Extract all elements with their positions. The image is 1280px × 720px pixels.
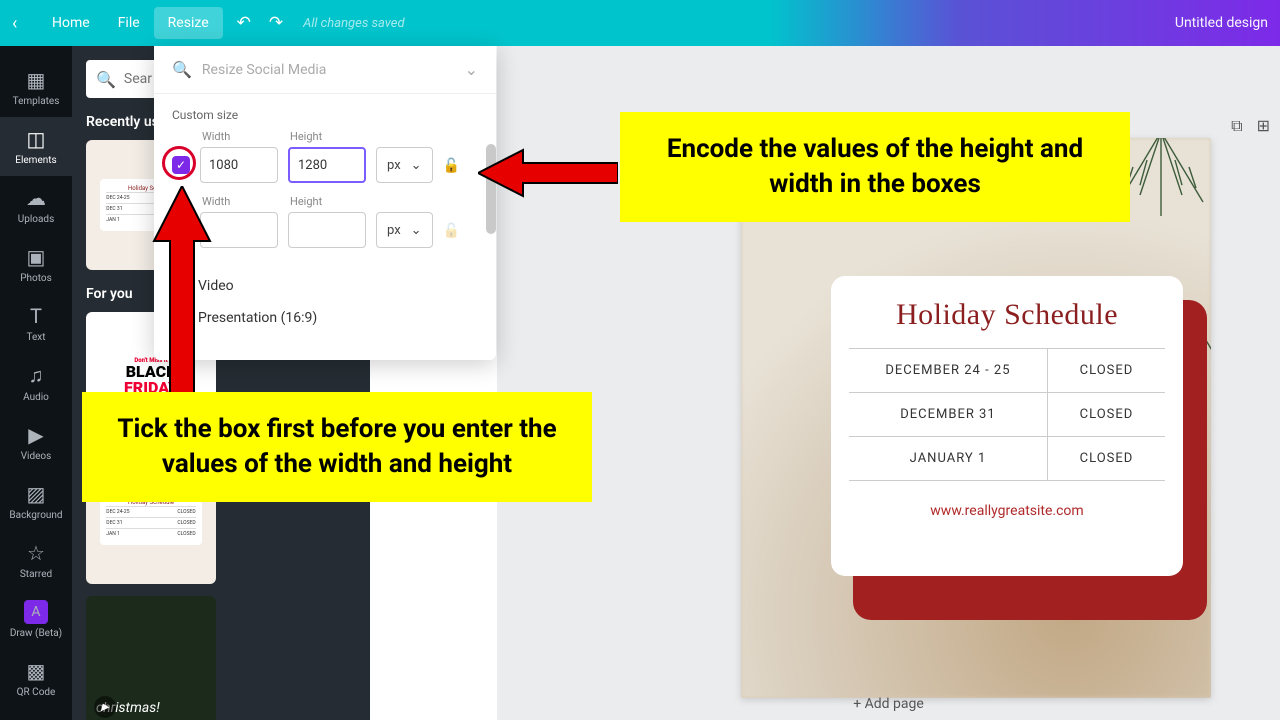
save-status: All changes saved bbox=[303, 16, 404, 31]
annotation-arrow bbox=[152, 186, 212, 396]
uploads-icon: ☁ bbox=[26, 186, 46, 210]
width-label: Width bbox=[202, 130, 278, 143]
top-bar: ‹ Home File Resize ↶ ↷ All changes saved… bbox=[0, 0, 1280, 46]
rail-elements[interactable]: ◫ Elements bbox=[0, 117, 72, 176]
rail-photos[interactable]: ▣ Photos bbox=[0, 235, 72, 294]
annotation-arrow bbox=[478, 148, 618, 198]
videos-icon: ▶ bbox=[28, 423, 43, 447]
search-icon: 🔍 bbox=[172, 60, 192, 79]
add-page-icon[interactable]: ⊞ bbox=[1257, 116, 1270, 136]
rail-label: Starred bbox=[20, 569, 52, 580]
height-label: Height bbox=[290, 130, 366, 143]
rail-label: Uploads bbox=[18, 214, 54, 225]
unit-select[interactable]: px ⌄ bbox=[376, 147, 433, 183]
search-icon: 🔍 bbox=[96, 70, 116, 89]
rail-qrcode[interactable]: ▩ QR Code bbox=[0, 649, 72, 708]
card-title: Holiday Schedule bbox=[896, 298, 1118, 332]
rail-videos[interactable]: ▶ Videos bbox=[0, 413, 72, 472]
file-menu[interactable]: File bbox=[104, 7, 154, 39]
schedule-table: DECEMBER 24 - 25CLOSED DECEMBER 31CLOSED… bbox=[849, 348, 1165, 481]
star-icon: ☆ bbox=[27, 541, 45, 565]
table-row: DECEMBER 24 - 25CLOSED bbox=[849, 349, 1165, 393]
resize-menu[interactable]: Resize bbox=[154, 7, 223, 39]
rail-label: Elements bbox=[15, 155, 56, 166]
website-url: www.reallygreatsite.com bbox=[930, 503, 1083, 519]
annotation-callout: Tick the box first before you enter the … bbox=[82, 392, 592, 502]
redo-icon[interactable]: ↷ bbox=[269, 13, 283, 33]
type-video[interactable]: Video bbox=[172, 270, 478, 302]
rail-label: Background bbox=[9, 510, 62, 521]
table-row: JANUARY 1CLOSED bbox=[849, 437, 1165, 481]
table-row: DECEMBER 31CLOSED bbox=[849, 393, 1165, 437]
height-input[interactable] bbox=[288, 147, 366, 183]
rail-label: Videos bbox=[21, 451, 52, 462]
lock-icon[interactable]: 🔓 bbox=[443, 158, 460, 174]
template-thumb[interactable]: christmas! bbox=[86, 596, 216, 720]
home-menu[interactable]: Home bbox=[38, 7, 104, 39]
rail-starred[interactable]: ☆ Starred bbox=[0, 531, 72, 590]
rail-label: Draw (Beta) bbox=[10, 628, 62, 639]
chevron-down-icon[interactable]: ⌄ bbox=[465, 60, 478, 79]
width-label: Width bbox=[202, 195, 278, 208]
schedule-card: Holiday Schedule DECEMBER 24 - 25CLOSED … bbox=[831, 276, 1183, 576]
rail-uploads[interactable]: ☁ Uploads bbox=[0, 176, 72, 235]
status-cell: CLOSED bbox=[1048, 393, 1165, 436]
elements-icon: ◫ bbox=[27, 127, 46, 151]
rail-label: Text bbox=[26, 332, 45, 343]
design-title[interactable]: Untitled design bbox=[1175, 15, 1268, 31]
date-cell: DECEMBER 24 - 25 bbox=[849, 349, 1048, 392]
resize-search-input[interactable] bbox=[202, 62, 465, 78]
audio-icon: ♫ bbox=[29, 363, 44, 388]
rail-label: Photos bbox=[20, 273, 52, 284]
duplicate-page-icon[interactable]: ⧉ bbox=[1231, 116, 1242, 136]
chevron-down-icon: ⌄ bbox=[411, 158, 422, 173]
qr-icon: ▩ bbox=[27, 659, 46, 683]
back-icon[interactable]: ‹ bbox=[12, 13, 32, 34]
unit-label: px bbox=[387, 223, 401, 238]
lock-icon[interactable]: 🔓 bbox=[443, 223, 460, 239]
custom-size-checkbox[interactable]: ✓ bbox=[172, 156, 190, 174]
undo-icon[interactable]: ↶ bbox=[237, 13, 251, 33]
annotation-callout: Encode the values of the height and widt… bbox=[620, 112, 1130, 222]
chevron-down-icon: ⌄ bbox=[411, 223, 422, 238]
photos-icon: ▣ bbox=[27, 245, 46, 269]
templates-icon: ▦ bbox=[27, 68, 46, 92]
width-input[interactable] bbox=[200, 147, 278, 183]
height-label: Height bbox=[290, 195, 366, 208]
date-cell: JANUARY 1 bbox=[849, 437, 1048, 480]
bg-icon: ▨ bbox=[27, 482, 46, 506]
status-cell: CLOSED bbox=[1048, 437, 1165, 480]
text-icon: T bbox=[30, 304, 42, 328]
rail-background[interactable]: ▨ Background bbox=[0, 472, 72, 531]
type-label: Presentation (16:9) bbox=[198, 310, 317, 326]
unit-label: px bbox=[387, 158, 401, 173]
height-input-2[interactable] bbox=[288, 212, 366, 248]
thumb-text: christmas! bbox=[96, 700, 206, 716]
rail-label: Audio bbox=[23, 392, 49, 403]
rail-label: QR Code bbox=[17, 687, 56, 698]
rail-label: Templates bbox=[13, 96, 60, 107]
left-rail: ▦ Templates ◫ Elements ☁ Uploads ▣ Photos TT… bbox=[0, 46, 72, 720]
date-cell: DECEMBER 31 bbox=[849, 393, 1048, 436]
add-page-button[interactable]: + Add page bbox=[841, 690, 936, 718]
rail-templates[interactable]: ▦ Templates bbox=[0, 58, 72, 117]
rail-audio[interactable]: ♫ Audio bbox=[0, 353, 72, 413]
status-cell: CLOSED bbox=[1048, 349, 1165, 392]
unit-select-2[interactable]: px ⌄ bbox=[376, 212, 433, 248]
custom-size-label: Custom size bbox=[172, 108, 478, 122]
rail-draw[interactable]: A Draw (Beta) bbox=[0, 590, 72, 649]
rail-text[interactable]: T Text bbox=[0, 294, 72, 353]
type-presentation[interactable]: Presentation (16:9) bbox=[172, 302, 478, 334]
draw-icon: A bbox=[24, 600, 48, 624]
